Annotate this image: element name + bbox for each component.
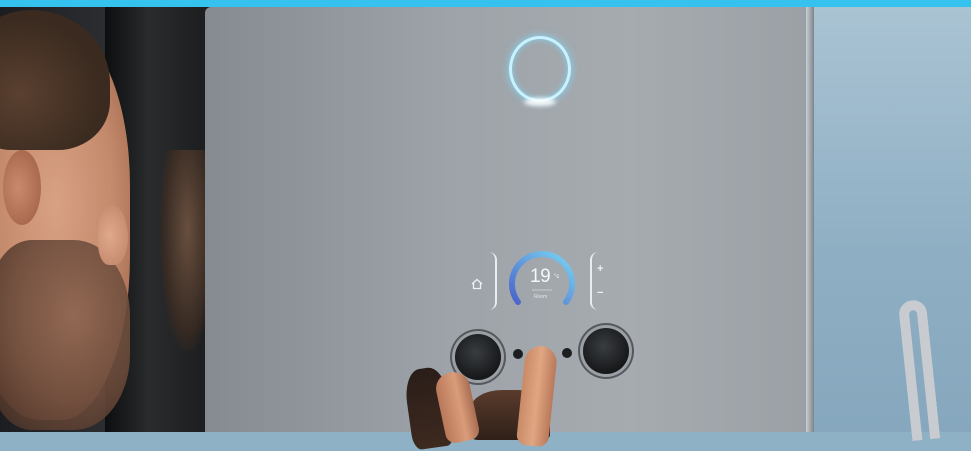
appliance-panel-edge: [806, 7, 814, 432]
status-ring-icon: [509, 36, 571, 102]
person-beard: [0, 240, 130, 430]
person-ear: [3, 150, 41, 225]
temperature-caption: Room: [534, 294, 548, 300]
home-icon[interactable]: [471, 278, 483, 290]
top-accent-bar: [0, 0, 971, 7]
plus-icon[interactable]: +: [597, 264, 603, 275]
thermostat-display: 19 °c Room + −: [460, 240, 610, 320]
right-bracket: [590, 252, 598, 310]
indicator-dot-right: [562, 348, 572, 358]
indicator-dot-left: [513, 349, 523, 359]
left-bracket: [489, 252, 497, 310]
right-control-knob[interactable]: [583, 328, 629, 374]
temperature-unit: °c: [554, 274, 560, 280]
background-wall: [800, 7, 971, 432]
minus-icon[interactable]: −: [597, 288, 603, 299]
status-ring-glow: [524, 98, 556, 106]
temperature-value: 19: [530, 266, 551, 287]
